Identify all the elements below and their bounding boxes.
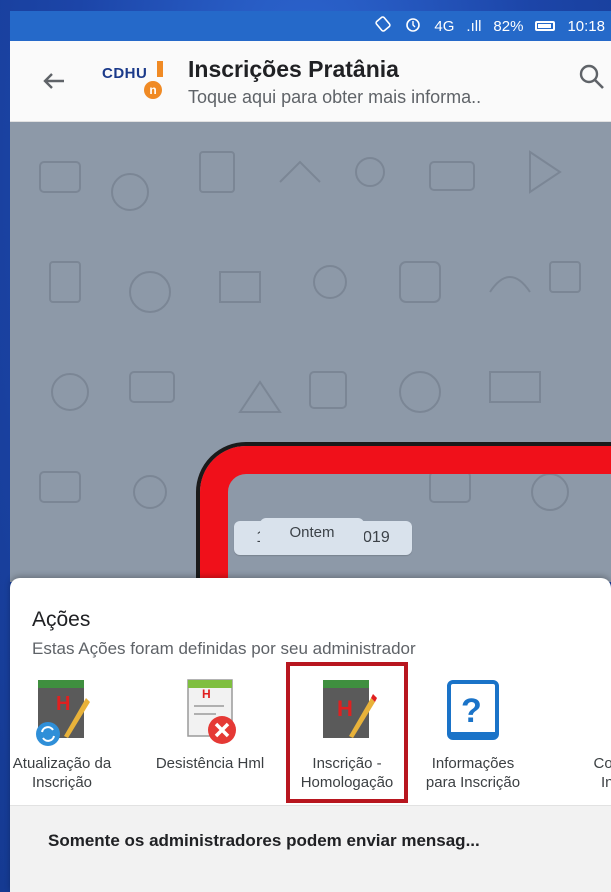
- chat-subtitle[interactable]: Toque aqui para obter mais informa..: [188, 87, 481, 108]
- action-label: Cons Ins: [593, 755, 611, 791]
- action-label: Informações para Inscrição: [425, 755, 521, 791]
- logo-badge-icon: n: [144, 81, 162, 99]
- app-bar: CDHU n Inscrições Pratânia Toque aqui pa…: [10, 41, 611, 122]
- action-registration-info[interactable]: ? Informações para Inscrição: [413, 670, 533, 792]
- admin-only-notice: Somente os administradores podem enviar …: [48, 831, 480, 850]
- alarm-icon: [404, 15, 422, 37]
- withdrawal-icon: H: [180, 676, 240, 750]
- group-avatar[interactable]: CDHU n: [102, 59, 168, 103]
- help-book-icon: ?: [443, 676, 503, 750]
- yesterday-separator: Ontem: [260, 518, 364, 548]
- chat-title[interactable]: Inscrições Pratânia: [188, 56, 399, 83]
- action-label: Atualização da Inscrição: [12, 755, 112, 791]
- network-type: 4G: [434, 17, 455, 35]
- search-icon[interactable]: [576, 61, 608, 93]
- highlight-box: [286, 662, 408, 803]
- logo-text: CDHU: [102, 65, 148, 82]
- action-withdrawal[interactable]: H Desistência Hml: [150, 670, 270, 773]
- actions-title: Ações: [32, 608, 91, 631]
- screenshot-stage: 4G .ıll 82% 10:18 CDHU n Inscrições Prat…: [0, 0, 611, 892]
- svg-text:H: H: [56, 693, 70, 715]
- action-label: Desistência Hml: [155, 755, 265, 772]
- svg-text:?: ?: [461, 692, 482, 730]
- battery-percent: 82%: [493, 17, 524, 35]
- consult-icon: [581, 676, 611, 750]
- action-consult[interactable]: Cons Ins: [551, 670, 611, 792]
- vibrate-icon: [374, 16, 392, 36]
- back-arrow-icon[interactable]: [40, 67, 68, 95]
- update-registration-icon: H: [32, 676, 92, 750]
- status-bar: 4G .ıll 82% 10:18: [10, 11, 611, 41]
- logo-flag-icon: [157, 61, 163, 77]
- clock: 10:18: [567, 17, 605, 35]
- svg-text:H: H: [202, 687, 211, 701]
- signal-icon: .ıll: [466, 17, 482, 35]
- action-update-registration[interactable]: H Atualização da Inscrição: [2, 670, 122, 792]
- actions-description: Estas Ações foram definidas por seu admi…: [32, 639, 416, 658]
- admin-only-notice-bar: Somente os administradores podem enviar …: [10, 805, 611, 892]
- battery-icon: [535, 21, 556, 31]
